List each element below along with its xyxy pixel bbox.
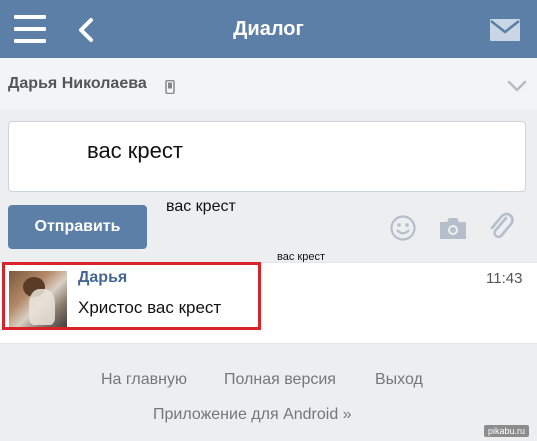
back-arrow-icon[interactable] <box>74 16 98 44</box>
footer-link-full-version[interactable]: Полная версия <box>224 371 336 389</box>
footer-link-home[interactable]: На главную <box>101 371 187 389</box>
watermark: pikabu.ru <box>484 425 530 437</box>
smile-icon[interactable] <box>390 215 416 241</box>
footer-link-android-app[interactable]: Приложение для Android » <box>153 406 352 424</box>
top-bar: Диалог <box>0 0 537 58</box>
footer-link-logout[interactable]: Выход <box>375 371 423 389</box>
mobile-phone-icon <box>165 80 175 94</box>
mail-icon[interactable] <box>490 19 520 41</box>
chevron-down-icon[interactable] <box>506 80 528 92</box>
overlay-text: вас крест <box>166 198 236 215</box>
dialog-peer-bar[interactable]: Дарья Николаева <box>0 58 537 111</box>
highlight-frame <box>2 262 261 330</box>
message-time: 11:43 <box>486 270 523 287</box>
menu-icon[interactable] <box>14 15 46 43</box>
paperclip-icon[interactable] <box>487 212 515 244</box>
send-button[interactable]: Отправить <box>8 205 147 249</box>
message-input[interactable]: вас крест <box>8 121 526 192</box>
camera-icon[interactable] <box>438 216 468 241</box>
message-input-value[interactable]: вас крест <box>87 138 183 164</box>
peer-name[interactable]: Дарья Николаева <box>8 75 147 93</box>
